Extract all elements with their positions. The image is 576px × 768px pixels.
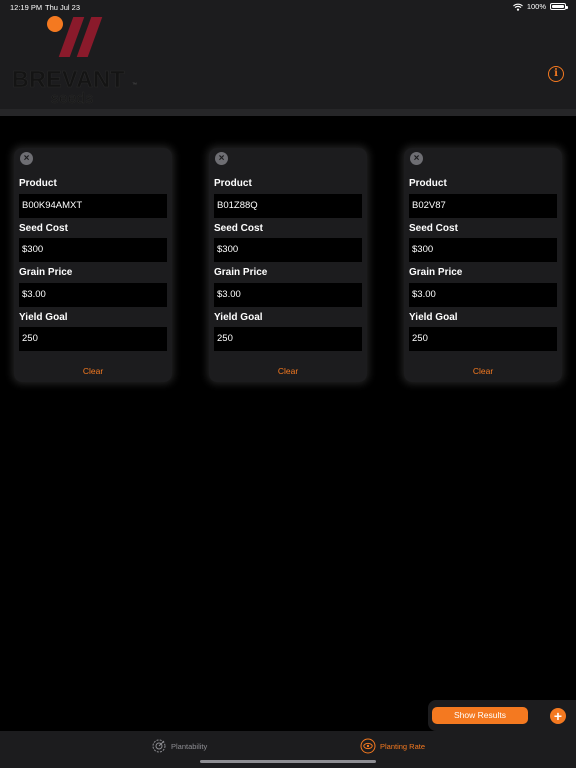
seed-cost-input[interactable]: $300 — [19, 238, 167, 262]
product-card-2: × Product B01Z88Q Seed Cost $300 Grain P… — [209, 148, 367, 382]
product-label: Product — [214, 178, 252, 189]
header-divider — [0, 109, 576, 116]
logo-brand: BREVANT — [12, 66, 125, 93]
grain-price-label: Grain Price — [409, 267, 463, 278]
planting-rate-icon — [360, 738, 376, 754]
close-icon[interactable]: × — [410, 152, 423, 165]
wifi-icon — [512, 3, 523, 11]
close-icon[interactable]: × — [20, 152, 33, 165]
seed-cost-label: Seed Cost — [214, 223, 263, 234]
status-date: Thu Jul 23 — [45, 3, 81, 12]
battery-percent: 100% — [526, 2, 546, 11]
clear-button[interactable]: Clear — [209, 366, 367, 376]
product-input[interactable]: B00K94AMXT — [19, 194, 167, 218]
logo-seeds: seeds — [51, 90, 94, 108]
app-header: BREVANT ™ seeds i — [0, 14, 576, 109]
seed-cost-input[interactable]: $300 — [409, 238, 557, 262]
product-label: Product — [409, 178, 447, 189]
status-bar: 12:19 PM Thu Jul 23 100% — [0, 0, 576, 14]
plantability-icon — [152, 739, 166, 753]
product-input[interactable]: B02V87 — [409, 194, 557, 218]
product-card-1: × Product B00K94AMXT Seed Cost $300 Grai… — [14, 148, 172, 382]
grain-price-label: Grain Price — [214, 267, 268, 278]
status-right: 100% — [512, 2, 568, 11]
battery-icon — [550, 3, 568, 10]
tab-plantability[interactable]: Plantability — [151, 738, 207, 754]
yield-goal-label: Yield Goal — [409, 312, 458, 323]
yield-goal-label: Yield Goal — [214, 312, 263, 323]
grain-price-input[interactable]: $3.00 — [214, 283, 362, 307]
home-indicator — [200, 760, 376, 763]
grain-price-input[interactable]: $3.00 — [19, 283, 167, 307]
clear-button[interactable]: Clear — [404, 366, 562, 376]
close-icon[interactable]: × — [215, 152, 228, 165]
grain-price-input[interactable]: $3.00 — [409, 283, 557, 307]
tab-planting-rate-label: Planting Rate — [380, 741, 426, 751]
status-time: 12:19 PM — [10, 3, 43, 12]
results-bar: Show Results + — [428, 700, 576, 731]
yield-goal-input[interactable]: 250 — [19, 327, 167, 351]
plus-icon[interactable]: + — [550, 708, 566, 724]
brevant-logo: BREVANT ™ seeds — [12, 14, 142, 109]
seed-cost-label: Seed Cost — [19, 223, 68, 234]
product-input[interactable]: B01Z88Q — [214, 194, 362, 218]
product-label: Product — [19, 178, 57, 189]
info-icon[interactable]: i — [548, 66, 564, 82]
yield-goal-label: Yield Goal — [19, 312, 68, 323]
product-card-3: × Product B02V87 Seed Cost $300 Grain Pr… — [404, 148, 562, 382]
logo-dot — [47, 16, 63, 32]
yield-goal-input[interactable]: 250 — [409, 327, 557, 351]
clear-button[interactable]: Clear — [14, 366, 172, 376]
grain-price-label: Grain Price — [19, 267, 73, 278]
yield-goal-input[interactable]: 250 — [214, 327, 362, 351]
tab-plantability-label: Plantability — [171, 741, 208, 751]
logo-tm: ™ — [132, 82, 137, 88]
tab-planting-rate[interactable]: Planting Rate — [360, 738, 425, 754]
seed-cost-input[interactable]: $300 — [214, 238, 362, 262]
seed-cost-label: Seed Cost — [409, 223, 458, 234]
show-results-button[interactable]: Show Results — [432, 707, 528, 724]
